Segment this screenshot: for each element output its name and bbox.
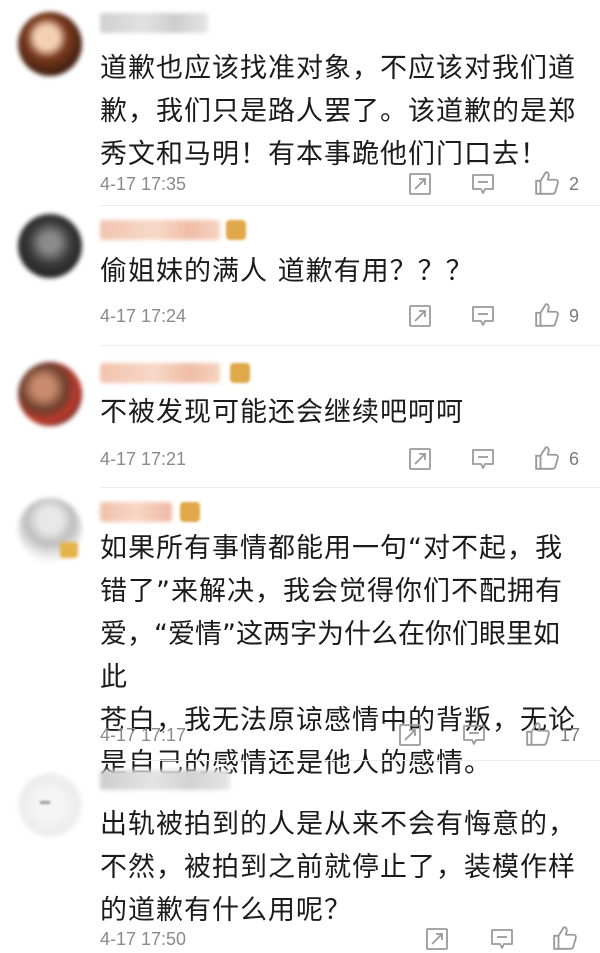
action-bar: 2 (0, 170, 600, 200)
like-count: 6 (569, 449, 580, 469)
divider (100, 205, 600, 206)
comment-item: 出轨被拍到的人是从来不会有悔意的， 不然，被拍到之前就停止了，装模作样 的道歉有… (0, 765, 600, 950)
comment-item: 不被发现可能还会继续吧呵呵 4-17 17:21 6 (0, 350, 600, 480)
badge-icon (230, 363, 250, 383)
like-icon[interactable] (534, 445, 560, 471)
username[interactable] (100, 770, 230, 790)
username[interactable] (100, 502, 172, 522)
like-icon[interactable] (534, 302, 560, 328)
avatar[interactable] (18, 214, 82, 278)
comment-icon[interactable] (462, 723, 486, 747)
action-bar: 9 (0, 302, 600, 332)
comment-line: 出轨被拍到的人是从来不会有悔意的， (100, 809, 576, 840)
divider (100, 487, 600, 488)
divider (100, 760, 600, 761)
comment-text: 出轨被拍到的人是从来不会有悔意的， 不然，被拍到之前就停止了，装模作样 的道歉有… (100, 803, 580, 932)
comment-item: 道歉也应该找准对象，不应该对我们道 歉，我们只是路人罢了。该道歉的是郑 秀文和马… (0, 0, 600, 200)
divider (100, 345, 600, 346)
comment-text: 不被发现可能还会继续吧呵呵 (100, 391, 580, 434)
comment-line: 不然，被拍到之前就停止了，装模作样 (100, 852, 576, 883)
share-icon[interactable] (398, 723, 422, 747)
comment-item: 偷姐妹的满人 道歉有用？？？ 4-17 17:24 9 (0, 210, 600, 340)
username[interactable] (100, 363, 220, 383)
avatar[interactable] (18, 12, 82, 76)
badge-icon (180, 502, 200, 522)
avatar-mark (40, 801, 50, 804)
comment-line: 道歉也应该找准对象，不应该对我们道 (100, 53, 576, 84)
like-icon[interactable] (552, 925, 578, 951)
share-icon[interactable] (425, 927, 449, 951)
comment-text: 偷姐妹的满人 道歉有用？？？ (100, 250, 580, 293)
avatar[interactable] (18, 362, 82, 426)
action-bar: 17 (0, 721, 600, 751)
share-icon[interactable] (408, 304, 432, 328)
avatar[interactable] (18, 773, 82, 837)
comment-icon[interactable] (471, 304, 495, 328)
action-bar: 6 (0, 445, 600, 475)
username[interactable] (100, 13, 208, 33)
share-icon[interactable] (408, 447, 432, 471)
comment-item: 如果所有事情都能用一句“对不起，我 错了”来解决，我会觉得你们不配拥有 爱，“爱… (0, 490, 600, 779)
share-icon[interactable] (408, 172, 432, 196)
like-count: 9 (569, 306, 580, 326)
avatar-badge (60, 542, 78, 558)
comment-icon[interactable] (471, 447, 495, 471)
username[interactable] (100, 220, 220, 240)
comment-line: 如果所有事情都能用一句“对不起，我 (100, 533, 563, 564)
badge-icon (226, 220, 246, 240)
comment-line: 不被发现可能还会继续吧呵呵 (100, 397, 464, 428)
comment-line: 歉，我们只是路人罢了。该道歉的是郑 (100, 96, 576, 127)
action-bar (0, 923, 600, 953)
comment-icon[interactable] (490, 927, 514, 951)
comment-line: 偷姐妹的满人 道歉有用？？？ (100, 256, 474, 287)
comment-text: 道歉也应该找准对象，不应该对我们道 歉，我们只是路人罢了。该道歉的是郑 秀文和马… (100, 47, 580, 176)
comment-line: 爱，“爱情”这两字为什么在你们眼里如此 (100, 619, 560, 693)
like-count: 2 (569, 174, 580, 194)
like-icon[interactable] (534, 170, 560, 196)
comment-icon[interactable] (471, 172, 495, 196)
like-icon[interactable] (525, 721, 551, 747)
comment-line: 错了”来解决，我会觉得你们不配拥有 (100, 576, 563, 607)
like-count: 17 (560, 725, 581, 745)
